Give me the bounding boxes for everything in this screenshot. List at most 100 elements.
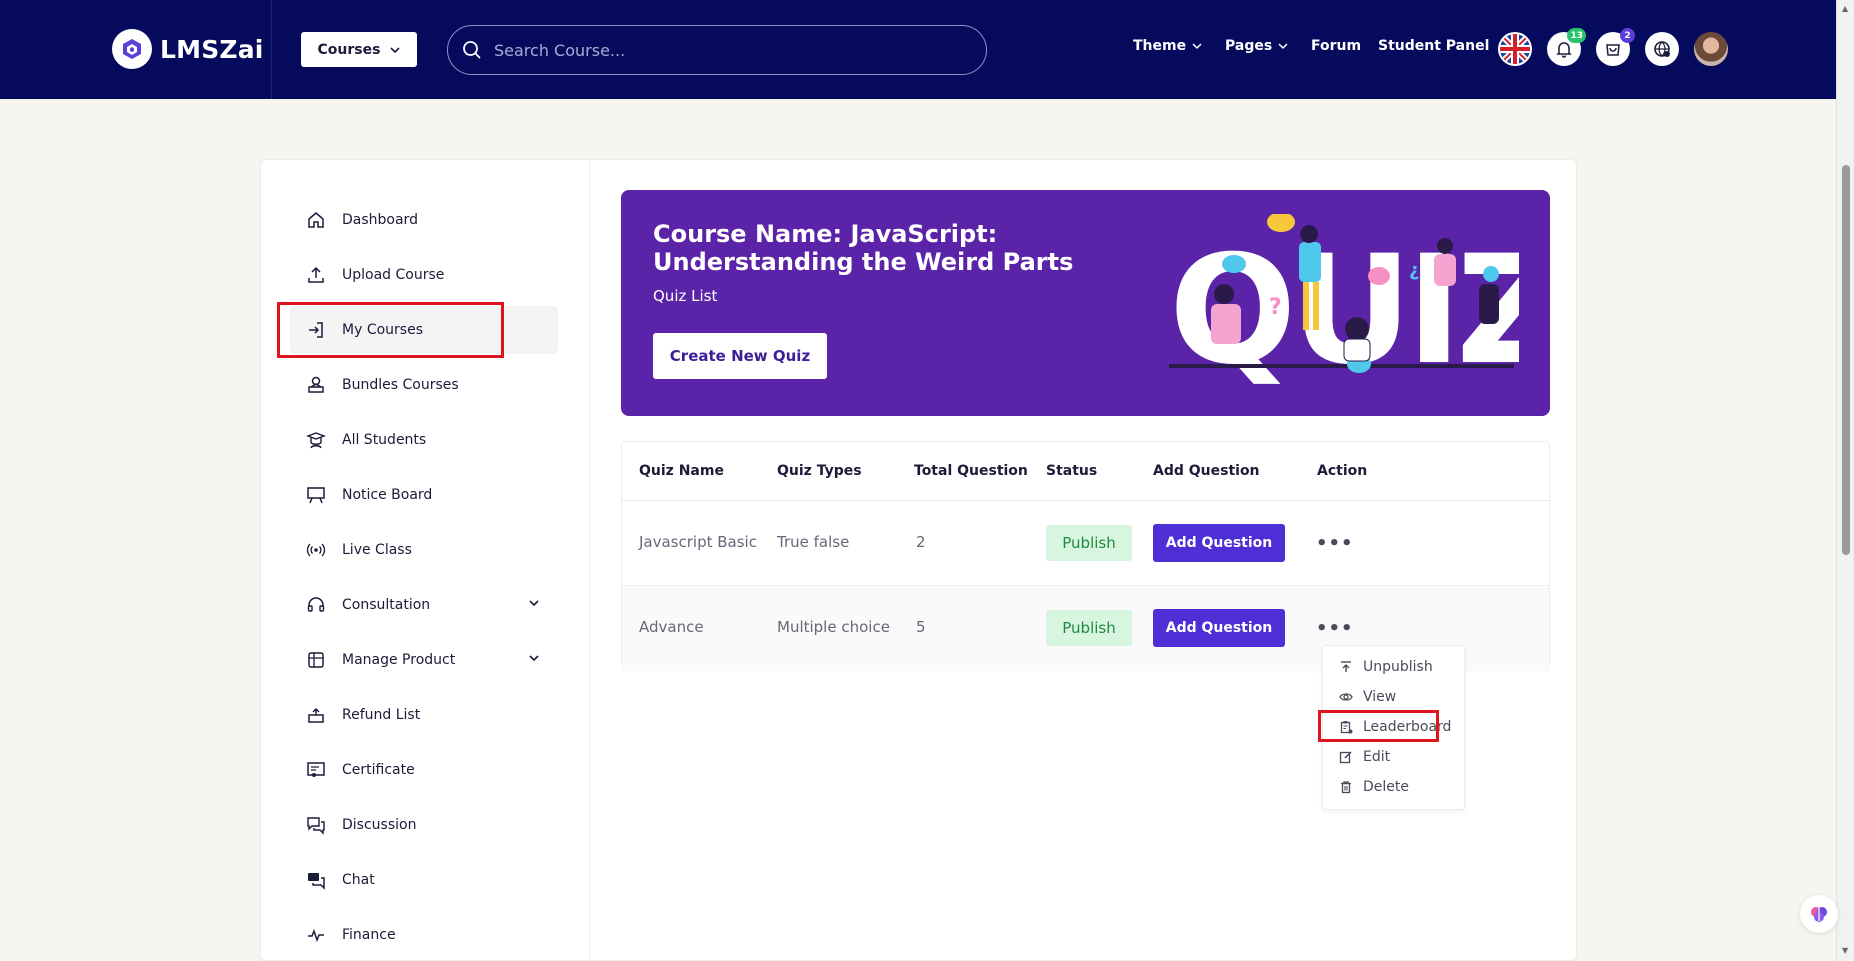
bundle-icon <box>306 375 326 395</box>
broadcast-icon <box>306 540 326 560</box>
notification-badge: 13 <box>1567 28 1586 43</box>
scroll-down-arrow-icon[interactable]: ▼ <box>1842 946 1848 955</box>
nav-forum[interactable]: Forum <box>1311 38 1361 54</box>
status-badge: Publish <box>1046 525 1132 561</box>
svg-text:?: ? <box>1269 295 1282 320</box>
chevron-down-icon[interactable] <box>528 653 540 663</box>
sidebar-item-certificate[interactable]: Certificate <box>290 746 550 794</box>
more-actions-icon[interactable]: ••• <box>1316 533 1354 554</box>
menu-item-label: Unpublish <box>1363 659 1433 675</box>
svg-text:¿: ¿ <box>1409 260 1419 281</box>
banner-subtitle: Quiz List <box>653 287 718 305</box>
leaderboard-highlight <box>1318 710 1439 742</box>
board-icon <box>306 485 326 505</box>
cart-badge: 2 <box>1620 28 1635 43</box>
discussion-icon <box>306 815 326 835</box>
sidebar-item-refund-list[interactable]: Refund List <box>290 691 550 739</box>
menu-item-delete[interactable]: Delete <box>1339 779 1409 795</box>
menu-item-label: Delete <box>1363 779 1409 795</box>
th-action: Action <box>1317 463 1368 479</box>
status-badge: Publish <box>1046 610 1132 646</box>
brain-icon <box>1811 907 1827 922</box>
quiz-name-cell: Advance <box>639 618 704 636</box>
chevron-down-icon <box>1278 43 1288 50</box>
sidebar-item-label: Refund List <box>342 707 421 723</box>
nav-student-panel[interactable]: Student Panel <box>1378 38 1489 54</box>
nav-pages[interactable]: Pages <box>1225 38 1288 54</box>
refund-icon <box>306 705 326 725</box>
floating-assistant-button[interactable] <box>1800 895 1838 933</box>
menu-item-unpublish[interactable]: Unpublish <box>1339 659 1433 675</box>
scroll-up-arrow-icon[interactable]: ▲ <box>1842 4 1848 13</box>
notification-button[interactable]: 13 <box>1547 28 1586 66</box>
add-question-button[interactable]: Add Question <box>1153 609 1285 647</box>
cart-button[interactable]: 2 <box>1596 28 1635 66</box>
sidebar-item-all-students[interactable]: All Students <box>290 416 550 464</box>
quiz-illustration: QUIZ ? ¿ <box>1169 214 1519 394</box>
sidebar-item-label: Discussion <box>342 817 417 833</box>
sidebar-item-finance[interactable]: Finance <box>290 911 550 959</box>
sidebar-item-notice-board[interactable]: Notice Board <box>290 471 550 519</box>
sidebar-item-dashboard[interactable]: Dashboard <box>290 196 550 244</box>
search-icon <box>463 41 481 59</box>
sidebar-item-label: Certificate <box>342 762 415 778</box>
sidebar-item-label: Dashboard <box>342 212 418 228</box>
pulse-icon <box>306 925 326 945</box>
sidebar-item-chat[interactable]: Chat <box>290 856 550 904</box>
bell-icon <box>1556 42 1572 58</box>
upload-icon <box>306 265 326 285</box>
create-new-quiz-button[interactable]: Create New Quiz <box>653 333 827 379</box>
top-navbar: LMSZai Courses Theme Pages Forum Student… <box>0 0 1836 99</box>
sidebar-item-label: Notice Board <box>342 487 433 503</box>
sidebar-item-label: Live Class <box>342 542 412 558</box>
sidebar-item-upload-course[interactable]: Upload Course <box>290 251 550 299</box>
sidebar-item-label: Upload Course <box>342 267 445 283</box>
language-flag-button[interactable] <box>1498 32 1532 66</box>
page-scrollbar[interactable]: ▲ ▼ <box>1836 0 1854 961</box>
chevron-down-icon[interactable] <box>528 598 540 608</box>
th-add-question: Add Question <box>1153 463 1260 479</box>
scroll-thumb[interactable] <box>1842 165 1850 555</box>
quiz-type-cell: Multiple choice <box>777 618 890 636</box>
quiz-table: Quiz Name Quiz Types Total Question Stat… <box>621 441 1550 671</box>
quiz-name-cell: Javascript Basic <box>639 533 757 551</box>
nav-divider <box>271 0 272 99</box>
sidebar-item-consultation[interactable]: Consultation <box>290 581 550 629</box>
add-question-button[interactable]: Add Question <box>1153 524 1285 562</box>
chat-icon <box>306 870 326 890</box>
students-icon <box>306 430 326 450</box>
logo-icon <box>112 29 152 69</box>
support-globe-icon <box>1654 41 1670 57</box>
th-quiz-types: Quiz Types <box>777 463 862 479</box>
table-header: Quiz Name Quiz Types Total Question Stat… <box>622 442 1549 501</box>
banner-title: Course Name: JavaScript: Understanding t… <box>653 220 1074 276</box>
sidebar-item-manage-product[interactable]: Manage Product <box>290 636 550 684</box>
edit-icon <box>1339 751 1352 764</box>
sidebar-item-live-class[interactable]: Live Class <box>290 526 550 574</box>
courses-button-label: Courses <box>317 41 381 58</box>
chevron-down-icon <box>1192 43 1202 50</box>
unpublish-icon <box>1341 661 1351 672</box>
brand-logo[interactable]: LMSZai <box>112 29 264 69</box>
support-button[interactable] <box>1645 32 1679 66</box>
more-actions-icon[interactable]: ••• <box>1316 618 1354 639</box>
menu-item-view[interactable]: View <box>1339 689 1396 705</box>
uk-flag-icon <box>1500 34 1530 64</box>
courses-dropdown-button[interactable]: Courses <box>301 32 417 67</box>
trash-icon <box>1341 781 1351 794</box>
menu-item-label: View <box>1363 689 1397 705</box>
th-status: Status <box>1046 463 1098 479</box>
sidebar-item-bundles-courses[interactable]: Bundles Courses <box>290 361 550 409</box>
sidebar-item-label: Manage Product <box>342 652 456 668</box>
nav-theme[interactable]: Theme <box>1133 38 1202 54</box>
sidebar-item-discussion[interactable]: Discussion <box>290 801 550 849</box>
user-avatar[interactable] <box>1694 32 1728 66</box>
menu-item-edit[interactable]: Edit <box>1339 749 1390 765</box>
brand-name: LMSZai <box>160 34 264 64</box>
search-input[interactable] <box>494 40 964 60</box>
search-bar <box>447 25 987 75</box>
th-quiz-name: Quiz Name <box>639 463 724 479</box>
sidebar-item-label: All Students <box>342 432 427 448</box>
menu-item-label: Edit <box>1363 749 1391 765</box>
chevron-down-icon <box>390 46 401 53</box>
